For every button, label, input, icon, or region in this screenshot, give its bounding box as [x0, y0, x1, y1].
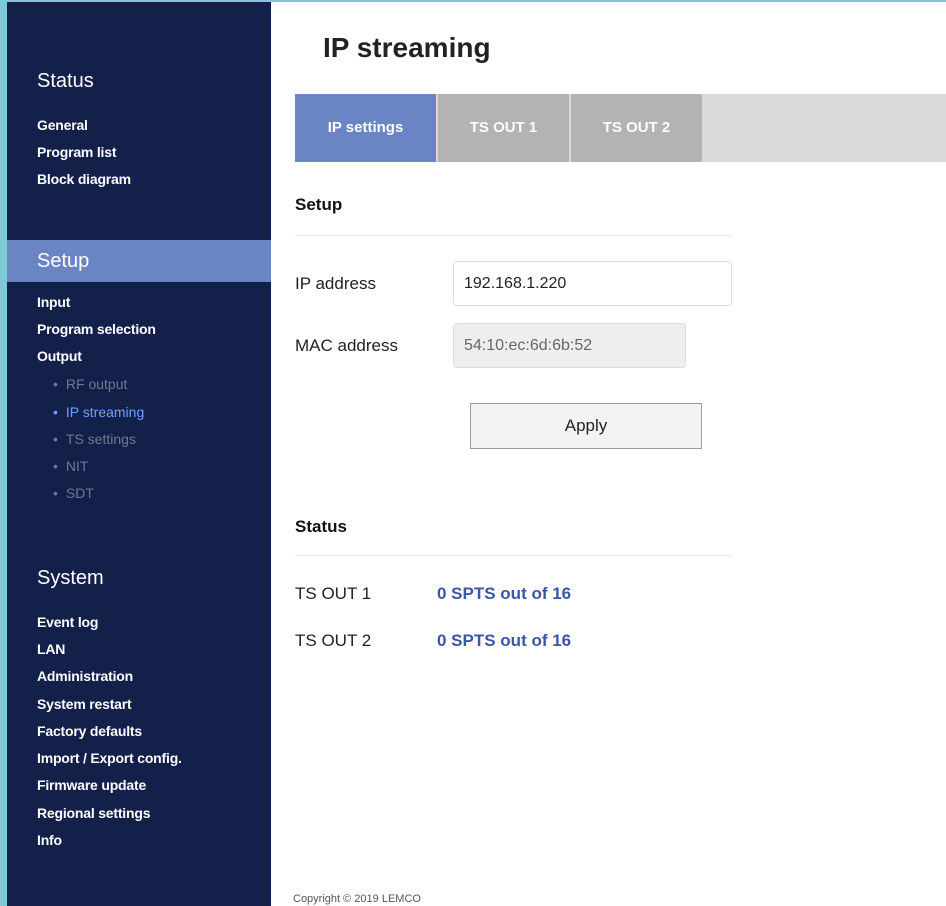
sidebar-item-factory-defaults[interactable]: Factory defaults: [37, 723, 142, 739]
sidebar-item-program-list[interactable]: Program list: [37, 144, 116, 160]
sidebar-item-program-selection[interactable]: Program selection: [37, 321, 156, 337]
mac-address-field: [453, 323, 686, 368]
sidebar-item-lan[interactable]: LAN: [37, 641, 65, 657]
sidebar-subitem-nit[interactable]: • NIT: [53, 458, 88, 474]
sidebar-heading-setup: Setup: [7, 240, 271, 282]
sidebar-heading-system: System: [37, 567, 104, 589]
status-row-value: 0 SPTS out of 16: [437, 584, 572, 603]
sidebar-item-firmware-update[interactable]: Firmware update: [37, 777, 146, 793]
bullet-icon: •: [53, 458, 58, 474]
sidebar-item-regional-settings[interactable]: Regional settings: [37, 805, 150, 821]
sidebar-subitem-ts-settings[interactable]: • TS settings: [53, 431, 136, 447]
tab-ts-out-2[interactable]: TS OUT 2: [571, 94, 702, 162]
page-title: IP streaming: [323, 32, 491, 63]
bullet-icon: •: [53, 431, 58, 447]
sidebar-item-event-log[interactable]: Event log: [37, 614, 98, 630]
sidebar-subitem-sdt[interactable]: • SDT: [53, 485, 94, 501]
bullet-icon: •: [53, 404, 58, 420]
app-frame: Status General Program list Block diagra…: [0, 0, 946, 906]
sidebar-subitem-label: NIT: [65, 458, 89, 474]
sidebar-item-import-export-config[interactable]: Import / Export config.: [37, 750, 182, 766]
sidebar-item-administration[interactable]: Administration: [37, 668, 133, 684]
sidebar-heading-status: Status: [37, 70, 94, 92]
sidebar-item-info[interactable]: Info: [37, 832, 62, 848]
status-row-label: TS OUT 2: [295, 631, 372, 650]
ip-address-label: IP address: [295, 274, 376, 293]
tab-ts-out-1[interactable]: TS OUT 1: [438, 94, 569, 162]
sidebar-subitem-label: IP streaming: [65, 404, 145, 420]
sidebar-item-block-diagram[interactable]: Block diagram: [37, 171, 131, 187]
sidebar-item-output[interactable]: Output: [37, 348, 82, 364]
ip-address-input[interactable]: [453, 261, 732, 306]
status-row-label: TS OUT 1: [295, 584, 372, 603]
apply-button[interactable]: Apply: [470, 403, 702, 449]
sidebar-item-input[interactable]: Input: [37, 294, 70, 310]
bullet-icon: •: [53, 376, 58, 392]
mac-address-label: MAC address: [295, 336, 398, 355]
main-content: IP streaming IP settings TS OUT 1 TS OUT…: [271, 2, 946, 906]
sidebar-item-general[interactable]: General: [37, 117, 88, 133]
sidebar-subitem-rf-output[interactable]: • RF output: [53, 376, 127, 392]
sidebar-item-system-restart[interactable]: System restart: [37, 696, 132, 712]
divider: [295, 555, 732, 556]
tab-ip-settings[interactable]: IP settings: [295, 94, 436, 162]
bullet-icon: •: [53, 485, 58, 501]
status-section-title: Status: [295, 517, 347, 536]
sidebar-subitem-label: SDT: [65, 485, 94, 501]
tab-bar: IP settings TS OUT 1 TS OUT 2: [295, 94, 946, 162]
copyright-text: Copyright © 2019 LEMCO: [293, 893, 421, 905]
status-row-value: 0 SPTS out of 16: [437, 631, 572, 650]
sidebar-subitem-ip-streaming[interactable]: • IP streaming: [53, 404, 144, 420]
sidebar: Status General Program list Block diagra…: [7, 2, 271, 906]
divider: [295, 235, 732, 236]
sidebar-subitem-label: RF output: [65, 376, 128, 392]
setup-section-title: Setup: [295, 195, 343, 214]
sidebar-subitem-label: TS settings: [65, 431, 136, 447]
